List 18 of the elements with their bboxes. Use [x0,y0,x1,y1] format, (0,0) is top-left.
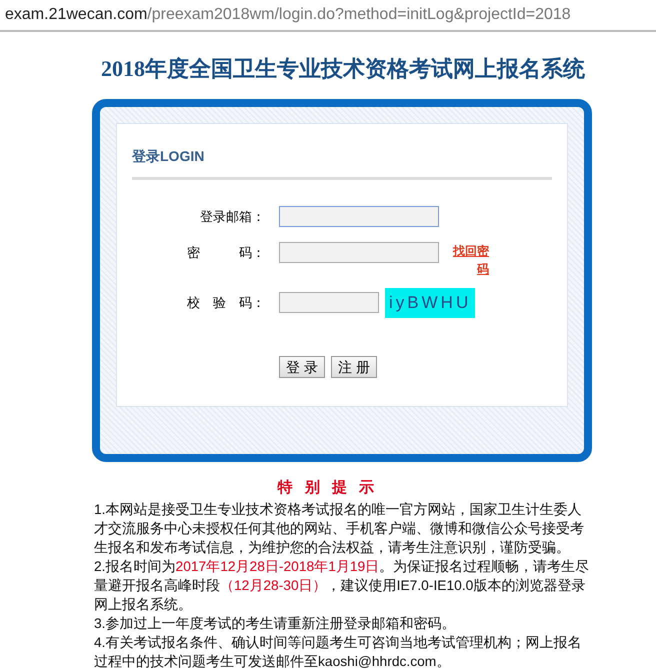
login-heading: 登录LOGIN [132,146,552,180]
captcha-field[interactable] [279,292,379,313]
notice-title: 特 别 提 示 [276,478,380,498]
notice-paragraph: 4.有关考试报名条件、确认时间等问题考生可咨询当地考试管理机构；网上报名过程中的技术问题考生可发送邮件至kaoshi@hhrdc.com。 [94,634,583,670]
page-title: 2018年度全国卫生专业技术资格考试网上报名系统 [100,55,586,83]
notice-paragraph: 2.报名时间为2017年12月28日-2018年1月19日。为保证报名过程顺畅，请考生尽量避开报名高峰时段（12月28-30日），建议使用IE7.0-IE10.0版本的浏览器登录网上报名系统。 [94,558,590,614]
notice-paragraph: 3.参加过上一年度考试的考生请重新注册登录邮箱和密码。 [94,614,457,632]
forgot-password-link[interactable]: 找回密码 [449,242,489,278]
login-button[interactable]: 登 录 [279,356,325,378]
email-field[interactable] [279,206,439,227]
field-label: 登录邮箱： [199,208,266,226]
field-label: 校 验 码： [186,294,266,312]
notice-paragraph: 1.本网站是接受卫生专业技术资格考试报名的唯一官方网站，国家卫生计生委人才交流服务中心未授权任何其他的网站、手机客户端、微博和微信公众号接受考生报名和发布考试信息，为维护您的合法权益，请考生注意识别，谨防受骗。 [94,500,585,556]
field-label: 密 码： [186,244,266,262]
password-field[interactable] [279,242,439,263]
register-button[interactable]: 注 册 [330,356,377,378]
address-field[interactable]: exam.21wecan.com/preexam2018wm/login.do?method=initLog&projectId=2018 [0,0,656,32]
captcha-image: iyBWHU [385,288,476,318]
